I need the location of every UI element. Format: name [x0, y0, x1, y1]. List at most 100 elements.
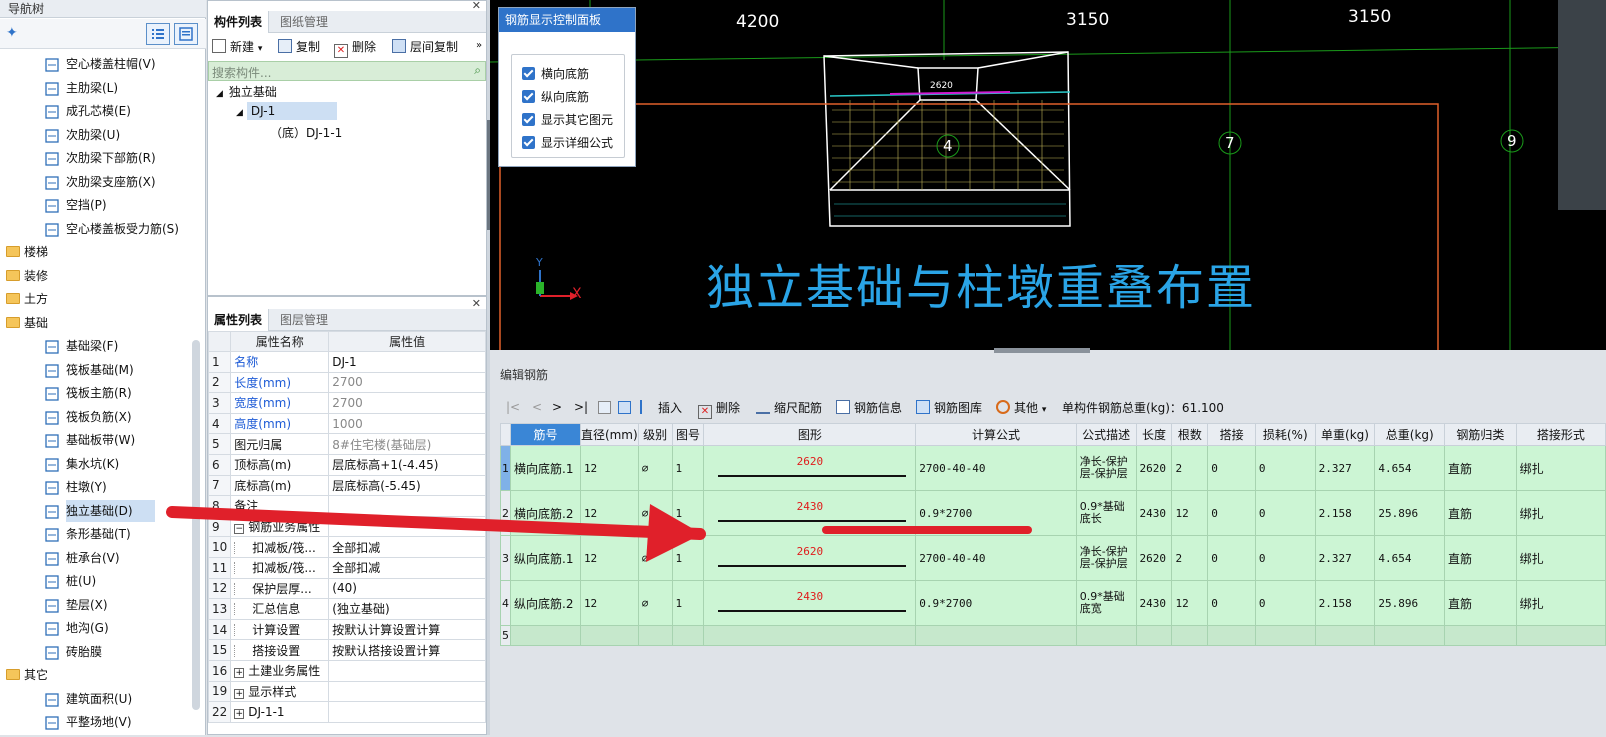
- rebar-info-button[interactable]: 钢筋信息: [836, 399, 902, 417]
- property-row[interactable]: 22 + DJ-1-1: [207, 701, 486, 723]
- grid-column-header[interactable]: 搭接形式: [1515, 423, 1606, 446]
- first-record-icon[interactable]: |<: [506, 400, 520, 414]
- grid-column-header[interactable]: 图号: [671, 423, 705, 446]
- nav-item[interactable]: 空挡(P): [0, 194, 196, 216]
- grid-cell-lap[interactable]: 0: [1207, 535, 1256, 581]
- grid-cell-desc[interactable]: 0.9*基础底宽: [1075, 580, 1137, 626]
- grid-cell-empty[interactable]: [915, 625, 1077, 646]
- expand-icon[interactable]: +: [234, 688, 245, 699]
- nav-item[interactable]: 筏板主筋(R): [0, 382, 196, 404]
- search-icon[interactable]: ⌕: [474, 63, 481, 78]
- nav-item[interactable]: 基础板带(W): [0, 429, 196, 451]
- property-row[interactable]: 16 + 土建业务属性: [207, 659, 486, 682]
- grid-cell-count[interactable]: 2: [1171, 445, 1209, 491]
- grid-cell-type[interactable]: 直筋: [1444, 580, 1517, 626]
- grid-cell-grade[interactable]: ⌀: [637, 580, 673, 626]
- checkbox-show-other[interactable]: 显示其它图元: [522, 111, 613, 129]
- tree-node-dj-1[interactable]: ◢ DJ-1: [236, 101, 350, 121]
- editor-delete-button[interactable]: ✕ 删除: [698, 399, 740, 419]
- other-menu-button[interactable]: 其他 ▾: [996, 399, 1046, 417]
- row-number[interactable]: 4: [500, 580, 511, 626]
- grid-cell-lapform[interactable]: 绑扎: [1515, 580, 1606, 626]
- grid-cell-total[interactable]: 4.654: [1374, 445, 1446, 491]
- grid-cell-unit[interactable]: 2.327: [1314, 535, 1376, 581]
- grid-cell-empty[interactable]: [1444, 625, 1517, 646]
- more-icon[interactable]: »: [476, 40, 482, 51]
- property-row[interactable]: 6 顶标高(m) 层底标高+1(-4.45): [207, 453, 486, 476]
- grid-column-header[interactable]: 总重(kg): [1374, 423, 1446, 446]
- table-row[interactable]: 5: [500, 625, 1606, 646]
- resize-handle[interactable]: [994, 348, 1090, 353]
- next-record-icon[interactable]: >: [552, 400, 562, 414]
- grid-column-header[interactable]: 损耗(%): [1254, 423, 1316, 446]
- grid-column-header[interactable]: 计算公式: [915, 423, 1077, 446]
- grid-cell-total[interactable]: 25.896: [1374, 490, 1446, 536]
- grid-cell-empty[interactable]: [1135, 625, 1173, 646]
- tree-node-dj-1-1[interactable]: （底）DJ-1-1: [270, 124, 342, 141]
- property-value[interactable]: 2700: [328, 371, 486, 394]
- property-value[interactable]: 层底标高+1(-4.45): [328, 453, 486, 476]
- property-row[interactable]: 15 搭接设置 按默认搭接设置计算: [207, 639, 486, 661]
- property-value[interactable]: [328, 701, 486, 723]
- grid-cell-type[interactable]: 直筋: [1444, 445, 1517, 491]
- component-search-input[interactable]: 搜索构件... ⌕: [208, 61, 486, 81]
- grid-cell-len[interactable]: 2430: [1135, 580, 1173, 626]
- nav-item[interactable]: 成孔芯模(E): [0, 100, 196, 122]
- nav-item[interactable]: 主肋梁(L): [0, 77, 196, 99]
- rebar-library-button[interactable]: 钢筋图库: [916, 399, 982, 417]
- grid-cell-formula[interactable]: 2700-40-40: [915, 445, 1077, 491]
- copy-button[interactable]: 复制: [278, 38, 320, 56]
- expand-icon[interactable]: +: [234, 708, 245, 719]
- property-value[interactable]: 按默认计算设置计算: [328, 618, 486, 641]
- grid-cell-empty[interactable]: [1171, 625, 1209, 646]
- grid-cell-formula[interactable]: 0.9*2700: [915, 580, 1077, 626]
- floor-copy-button[interactable]: 层间复制: [392, 38, 458, 56]
- nav-group[interactable]: 装修: [0, 265, 196, 287]
- collapse-triangle-icon[interactable]: ◢: [236, 108, 243, 118]
- grid-cell-empty[interactable]: [1207, 625, 1256, 646]
- nav-item[interactable]: 平整场地(V): [0, 711, 196, 733]
- grid-cell-len[interactable]: 2430: [1135, 490, 1173, 536]
- property-row[interactable]: 3 宽度(mm) 2700: [207, 392, 486, 414]
- detail-view-button[interactable]: [174, 23, 198, 45]
- rebar-shape-cell[interactable]: 2430: [703, 580, 917, 626]
- grid-cell-desc[interactable]: 0.9*基础底长: [1075, 490, 1137, 536]
- grid-cell-dia[interactable]: 12: [579, 445, 639, 491]
- grid-cell-loss[interactable]: 0: [1254, 535, 1316, 581]
- grid-cell-unit[interactable]: 2.158: [1314, 490, 1376, 536]
- property-value[interactable]: [328, 659, 486, 682]
- grid-cell-count[interactable]: 12: [1171, 580, 1209, 626]
- grid-column-header[interactable]: 公式描述: [1075, 423, 1137, 446]
- tab-component-list[interactable]: 构件列表: [208, 11, 270, 33]
- grid-column-header[interactable]: 单重(kg): [1314, 423, 1376, 446]
- grid-cell-count[interactable]: 12: [1171, 490, 1209, 536]
- nav-item[interactable]: 空心楼盖板受力筋(S): [0, 218, 196, 240]
- insert-button[interactable]: 插入: [640, 399, 682, 417]
- property-row[interactable]: 1 名称 DJ-1: [207, 351, 486, 373]
- grid-cell-empty[interactable]: [1374, 625, 1446, 646]
- property-value[interactable]: DJ-1: [328, 351, 486, 373]
- nav-group[interactable]: 基础: [0, 312, 196, 334]
- grid-cell-total[interactable]: 25.896: [1374, 580, 1446, 626]
- grid-cell-total[interactable]: 4.654: [1374, 535, 1446, 581]
- grid-column-header[interactable]: 筋号: [510, 423, 581, 446]
- nav-item[interactable]: 次肋梁支座筋(X): [0, 171, 196, 193]
- nav-group[interactable]: 其它: [0, 664, 196, 686]
- property-value[interactable]: (独立基础): [328, 598, 486, 620]
- grid-cell-empty[interactable]: [1075, 625, 1137, 646]
- grid-cell-empty[interactable]: [1515, 625, 1606, 646]
- grid-cell-desc[interactable]: 净长-保护层-保护层: [1075, 535, 1137, 581]
- property-row[interactable]: 2 长度(mm) 2700: [207, 371, 486, 394]
- grid-cell-empty[interactable]: [510, 625, 581, 646]
- close-icon[interactable]: ✕: [472, 0, 481, 12]
- grid-cell-len[interactable]: 2620: [1135, 445, 1173, 491]
- property-value[interactable]: (40): [328, 577, 486, 600]
- grid-cell-lapform[interactable]: 绑扎: [1515, 445, 1606, 491]
- grid-column-header[interactable]: 根数: [1171, 423, 1209, 446]
- grid-cell-empty[interactable]: [1314, 625, 1376, 646]
- grid-cell-lap[interactable]: 0: [1207, 490, 1256, 536]
- property-value[interactable]: 8#住宅楼(基础层): [328, 433, 486, 455]
- view-toolbar-strip[interactable]: [1558, 0, 1606, 210]
- property-row[interactable]: 14 计算设置 按默认计算设置计算: [207, 618, 486, 641]
- property-row[interactable]: 5 图元归属 8#住宅楼(基础层): [207, 433, 486, 455]
